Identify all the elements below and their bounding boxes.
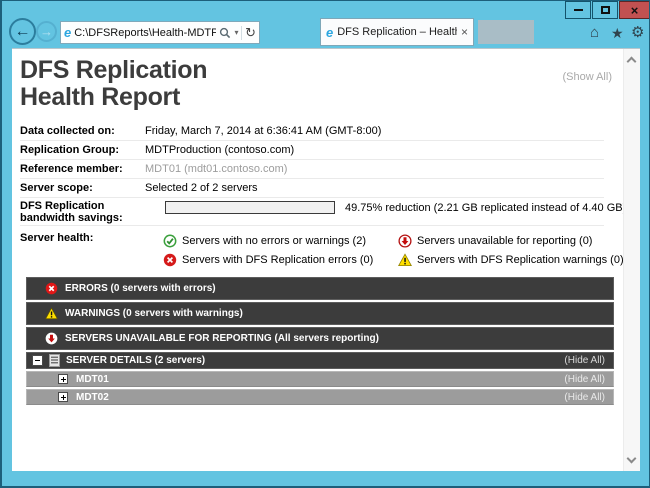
page-title-line2: Health Report xyxy=(20,84,207,111)
page-favicon-icon: e xyxy=(64,26,71,39)
server-row-mdt01[interactable]: MDT01 (Hide All) xyxy=(26,371,614,387)
health-item-warnings: Servers with DFS Replication warnings (0… xyxy=(398,253,624,267)
tab-favicon-icon: e xyxy=(326,26,333,39)
field-row-server-scope: Server scope: Selected 2 of 2 servers xyxy=(20,179,604,198)
server-icon xyxy=(49,354,60,367)
hide-all-link[interactable]: (Hide All) xyxy=(564,355,605,366)
search-icon[interactable] xyxy=(219,27,231,39)
tab-title: DFS Replication – Health Re... xyxy=(337,26,457,38)
section-unavailable[interactable]: SERVERS UNAVAILABLE FOR REPORTING (All s… xyxy=(26,327,614,350)
close-window-button[interactable]: × xyxy=(619,1,650,19)
unavailable-circle-icon xyxy=(45,332,58,345)
field-label: DFS Replication bandwidth savings: xyxy=(20,200,150,224)
collapse-toggle-icon[interactable] xyxy=(32,355,43,366)
bandwidth-value: 49.75% reduction (2.21 GB replicated ins… xyxy=(345,202,626,214)
close-icon: × xyxy=(631,4,639,17)
minimize-icon xyxy=(574,9,583,11)
field-label: Server health: xyxy=(20,232,93,244)
server-name: MDT01 xyxy=(76,374,109,385)
vertical-scrollbar[interactable] xyxy=(623,49,640,471)
bandwidth-progress-bar xyxy=(165,201,335,214)
expand-toggle-icon[interactable] xyxy=(58,374,68,384)
warning-triangle-icon xyxy=(45,307,58,320)
error-circle-icon xyxy=(163,253,177,267)
home-icon[interactable]: ⌂ xyxy=(590,25,599,40)
health-item-text: Servers with DFS Replication errors (0) xyxy=(182,254,373,266)
new-tab-button[interactable] xyxy=(478,20,534,44)
server-row-mdt02[interactable]: MDT02 (Hide All) xyxy=(26,389,614,405)
browser-tab[interactable]: e DFS Replication – Health Re... × xyxy=(320,18,474,46)
maximize-button[interactable] xyxy=(592,1,618,19)
expand-toggle-icon[interactable] xyxy=(58,392,68,402)
settings-gear-icon[interactable]: ⚙ xyxy=(631,25,644,40)
unavailable-circle-icon xyxy=(398,234,412,248)
field-row-server-health: Server health: Servers with no errors or… xyxy=(20,226,604,276)
report-fields: Data collected on: Friday, March 7, 2014… xyxy=(20,122,604,276)
address-url[interactable]: C:\DFSReports\Health-MDTProduction-07Ma xyxy=(74,27,216,39)
scroll-up-icon[interactable] xyxy=(627,57,637,67)
section-title: WARNINGS (0 servers with warnings) xyxy=(65,308,243,319)
health-item-text: Servers unavailable for reporting (0) xyxy=(417,235,592,247)
health-item-ok: Servers with no errors or warnings (2) xyxy=(163,234,366,248)
health-item-unavailable: Servers unavailable for reporting (0) xyxy=(398,234,592,248)
health-item-text: Servers with DFS Replication warnings (0… xyxy=(417,254,624,266)
back-button[interactable]: ← xyxy=(9,18,36,45)
section-warnings[interactable]: WARNINGS (0 servers with warnings) xyxy=(26,302,614,325)
address-bar[interactable]: e C:\DFSReports\Health-MDTProduction-07M… xyxy=(60,21,260,44)
section-title: ERRORS (0 servers with errors) xyxy=(65,283,216,294)
report-sections: ERRORS (0 servers with errors) WARNINGS … xyxy=(26,277,614,407)
field-value: Selected 2 of 2 servers xyxy=(145,182,604,194)
field-row-data-collected: Data collected on: Friday, March 7, 2014… xyxy=(20,122,604,141)
field-label: Data collected on: xyxy=(20,125,145,137)
health-item-errors: Servers with DFS Replication errors (0) xyxy=(163,253,373,267)
field-row-bandwidth: DFS Replication bandwidth savings: 49.75… xyxy=(20,198,604,226)
hide-all-link[interactable]: (Hide All) xyxy=(564,392,605,403)
field-label: Replication Group: xyxy=(20,144,145,156)
forward-button[interactable]: → xyxy=(36,21,57,42)
field-label: Server scope: xyxy=(20,182,145,194)
browser-window: × ← → e C:\DFSReports\Health-MDTProducti… xyxy=(0,0,650,488)
section-server-details[interactable]: SERVER DETAILS (2 servers) (Hide All) xyxy=(26,352,614,369)
ok-circle-icon xyxy=(163,234,177,248)
field-label: Reference member: xyxy=(20,163,145,175)
show-all-link[interactable]: (Show All) xyxy=(562,71,612,83)
field-row-replication-group: Replication Group: MDTProduction (contos… xyxy=(20,141,604,160)
page-title: DFS Replication Health Report xyxy=(20,57,207,111)
report-page: DFS Replication Health Report (Show All)… xyxy=(12,48,640,471)
minimize-button[interactable] xyxy=(565,1,591,19)
field-row-reference-member: Reference member: MDT01 (mdt01.contoso.c… xyxy=(20,160,604,179)
scroll-down-icon[interactable] xyxy=(627,454,637,464)
maximize-icon xyxy=(601,6,610,14)
field-value: MDTProduction (contoso.com) xyxy=(145,144,604,156)
section-errors[interactable]: ERRORS (0 servers with errors) xyxy=(26,277,614,300)
warning-triangle-icon xyxy=(398,253,412,267)
close-tab-icon[interactable]: × xyxy=(461,26,468,38)
section-title: SERVERS UNAVAILABLE FOR REPORTING (All s… xyxy=(65,333,379,344)
page-title-line1: DFS Replication xyxy=(20,57,207,84)
hide-all-link[interactable]: (Hide All) xyxy=(564,374,605,385)
forward-arrow-icon: → xyxy=(40,24,53,39)
refresh-icon[interactable]: ↻ xyxy=(245,26,256,39)
field-value: Friday, March 7, 2014 at 6:36:41 AM (GMT… xyxy=(145,125,604,137)
address-divider xyxy=(241,26,242,40)
error-circle-icon xyxy=(45,282,58,295)
server-name: MDT02 xyxy=(76,392,109,403)
health-item-text: Servers with no errors or warnings (2) xyxy=(182,235,366,247)
back-arrow-icon: ← xyxy=(15,23,31,41)
address-dropdown-icon[interactable]: ▾ xyxy=(234,28,238,37)
titlebar: × ← → e C:\DFSReports\Health-MDTProducti… xyxy=(2,1,649,48)
field-value: MDT01 (mdt01.contoso.com) xyxy=(145,163,604,175)
section-title: SERVER DETAILS (2 servers) xyxy=(66,355,205,366)
favorites-icon[interactable]: ★ xyxy=(611,26,624,40)
